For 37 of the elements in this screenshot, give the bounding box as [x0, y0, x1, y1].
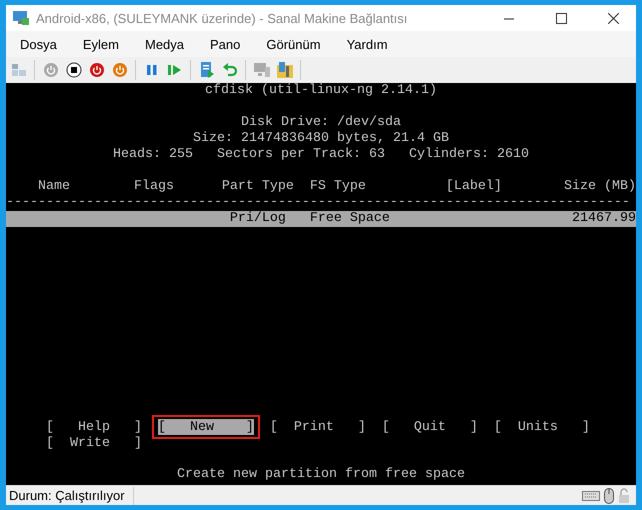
menu-item[interactable]: Yardım — [338, 34, 396, 54]
column-header: Part Type — [222, 179, 295, 195]
column-header: [Label] — [446, 179, 503, 195]
table-cell-text: 21467.99 — [571, 211, 636, 227]
column-header: Name — [38, 179, 71, 195]
command-button[interactable]: [ New ] — [158, 419, 254, 435]
column-header: Size (MB) — [563, 179, 636, 195]
table-cell-text: Free Space — [310, 211, 391, 227]
partition-row[interactable]: Pri/Log Free Space 21467.99 — [6, 211, 636, 227]
status-text: Durum: Çalıştırılıyor — [6, 486, 134, 504]
mouse-icon — [604, 488, 614, 504]
menu-item[interactable]: Dosya — [12, 34, 65, 54]
program-title: cfdisk (util-linux-ng 2.14.1) — [205, 83, 437, 99]
close-icon — [608, 12, 618, 24]
command-button[interactable]: [ Print ] — [270, 419, 366, 435]
lock-icon — [618, 488, 630, 504]
command-button[interactable]: [ Help ] — [46, 419, 142, 435]
app-icon — [12, 10, 30, 26]
menu-item[interactable]: Eylem — [74, 34, 127, 54]
dashed-rule: ------------------------------------------------------------------------------ — [6, 195, 630, 211]
disk-info: Disk Drive: /dev/sda — [241, 115, 401, 131]
disk-info: Heads: 255 Sectors per Track: 63 Cylinders: 2610 — [113, 147, 529, 163]
help-message: Create new partition from free space — [177, 467, 465, 483]
menu-item[interactable]: Görünüm — [258, 34, 329, 54]
command-button[interactable]: [ Units ] — [494, 419, 590, 435]
command-button[interactable]: [ Quit ] — [382, 419, 478, 435]
disk-info: Size: 21474836480 bytes, 21.4 GB — [193, 131, 449, 147]
window-title: Android-x86, (SULEYMANK üzerinde) - Sanal Makine Bağlantısı — [36, 10, 408, 26]
table-cell-text: Pri/Log — [228, 211, 287, 227]
menu-item[interactable]: Medya — [136, 34, 192, 54]
menu-item[interactable]: Pano — [202, 34, 248, 54]
column-header: Flags — [134, 179, 175, 195]
column-header: FS Type — [310, 179, 367, 195]
command-button[interactable]: [ Write ] — [46, 435, 142, 451]
maximize-icon — [556, 12, 566, 24]
archive-icon[interactable] — [274, 59, 295, 81]
keyboard-icon — [582, 490, 600, 500]
